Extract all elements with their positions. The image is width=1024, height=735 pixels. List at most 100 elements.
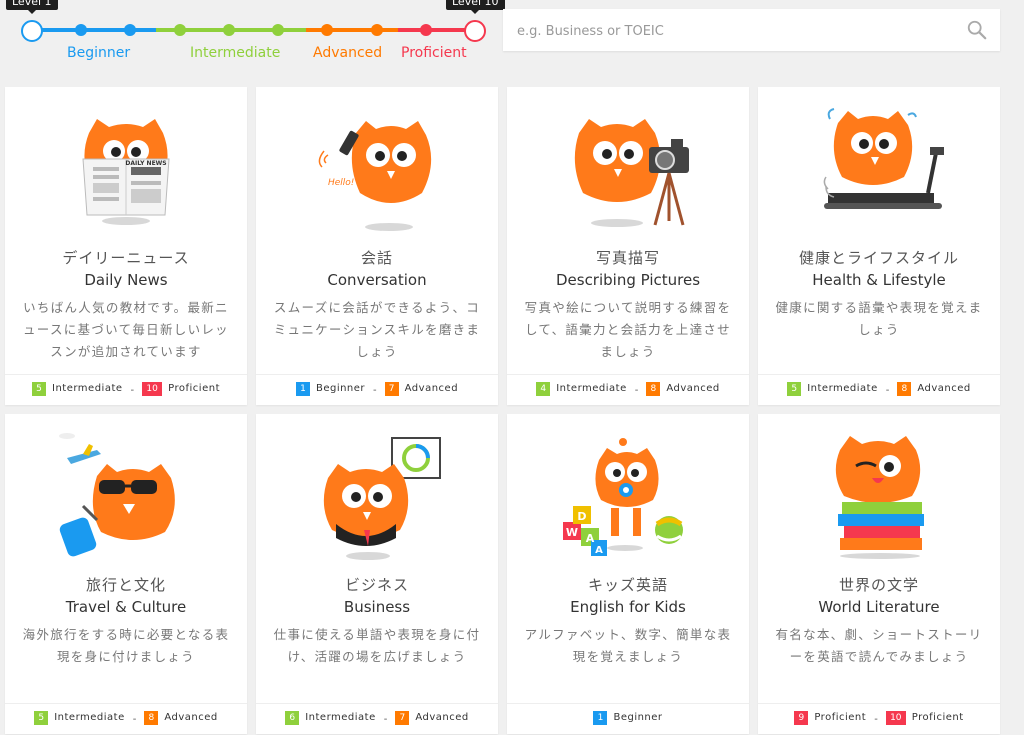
level-6-dot[interactable]	[272, 24, 284, 36]
card-description: いちばん人気の教材です。最新ニュースに基づいて毎日新しいレッスンが追加されていま…	[22, 300, 229, 359]
level-9-dot[interactable]	[420, 24, 432, 36]
min-level-tooltip: Level 1	[6, 0, 58, 14]
level-badge-min: 9	[794, 711, 809, 725]
card-title-en: Travel & Culture	[65, 598, 187, 616]
block-letter-w: W	[566, 526, 578, 539]
max-level-handle[interactable]	[464, 20, 486, 42]
track-advanced[interactable]	[306, 28, 398, 32]
card-title-jp: 旅行と文化	[85, 576, 166, 594]
level-label-min: Proficient	[814, 712, 867, 723]
level-label-max: Advanced	[404, 383, 459, 394]
category-card-business[interactable]: ビジネス Business 仕事に使える単語や表現を身に付け、活躍の場を広げまし…	[256, 414, 498, 734]
card-description: 海外旅行をする時に必要となる表現を身に付けましょう	[22, 627, 230, 664]
card-description: スムーズに会話ができるよう、コミュニケーションスキルを磨きましょう	[273, 300, 481, 359]
level-slider[interactable]: Level 1 Level 10 Beginner Intermediate A…	[0, 0, 505, 80]
level-2-dot[interactable]	[75, 24, 87, 36]
label-advanced[interactable]: Advanced	[313, 45, 382, 61]
level-label-max: Proficient	[168, 383, 220, 394]
category-card-travel-culture[interactable]: 旅行と文化 Travel & Culture 海外旅行をする時に必要となる表現を…	[5, 414, 247, 734]
owl-reading-newspaper-icon: DAILY NEWS	[82, 119, 170, 225]
block-letter-d: D	[577, 510, 586, 523]
level-label-min: Intermediate	[54, 712, 125, 723]
card-description: 写真や絵について説明する練習をして、語彙力と会話力を上達させましょう	[524, 300, 732, 359]
min-level-handle[interactable]	[21, 20, 43, 42]
card-title-jp: 会話	[360, 249, 393, 267]
label-intermediate[interactable]: Intermediate	[190, 45, 280, 61]
label-proficient[interactable]: Proficient	[401, 45, 467, 61]
card-title-jp: 世界の文学	[838, 576, 919, 594]
level-label-max: Advanced	[415, 712, 469, 723]
card-title-jp: キッズ英語	[587, 576, 668, 594]
hello-bubble: Hello!	[328, 178, 354, 188]
level-badge-min: 5	[34, 711, 49, 725]
card-title-jp: ビジネス	[344, 576, 409, 594]
level-label-min: Intermediate	[556, 383, 627, 394]
search-icon[interactable]	[966, 19, 988, 41]
card-title-en: Business	[343, 598, 411, 616]
block-letter-a: A	[586, 532, 595, 545]
level-badge-min: 1	[295, 382, 310, 396]
category-card-english-for-kids[interactable]: W A D A キッズ英語 English for Kids アルファベット、数…	[507, 414, 749, 734]
card-level-range: 5 Intermediate -8 Advanced	[758, 374, 1000, 405]
max-level-tooltip: Level 10	[446, 0, 505, 14]
level-label-max: Advanced	[164, 712, 218, 723]
card-title-jp: デイリーニュース	[62, 249, 190, 267]
level-badge-min: 1	[593, 711, 608, 725]
card-title-en: Health & Lifestyle	[812, 271, 946, 289]
card-title-en: Describing Pictures	[555, 271, 701, 289]
level-3-dot[interactable]	[124, 24, 136, 36]
baby-owl-with-blocks-icon: W A D A	[563, 438, 683, 556]
card-title-en: Conversation	[327, 271, 427, 289]
level-label-max: Advanced	[666, 383, 720, 394]
level-label-min: Beginner	[315, 383, 366, 394]
owl-presenting-icon	[323, 437, 441, 560]
newspaper-title: DAILY NEWS	[125, 160, 166, 167]
card-level-range: 1 Beginner -7 Advanced	[256, 374, 498, 405]
search-box[interactable]	[503, 9, 1000, 53]
owl-with-camera-icon	[574, 119, 689, 227]
owl-on-phone-icon: Hello!	[318, 121, 432, 231]
level-badge-min: 6	[285, 711, 300, 725]
level-badge-max: 7	[384, 382, 399, 396]
card-title-en: English for Kids	[570, 598, 686, 616]
level-badge-max: 8	[646, 382, 661, 396]
card-title-jp: 写真描写	[595, 249, 660, 267]
search-input[interactable]	[515, 9, 959, 53]
card-description: アルファベット、数字、簡単な表現を覚えましょう	[524, 627, 732, 664]
level-badge-max: 7	[395, 711, 410, 725]
level-label-min: Beginner	[613, 712, 663, 723]
card-title-jp: 健康とライフスタイル	[798, 249, 959, 267]
card-level-range: 5 Intermediate -10 Proficient	[5, 374, 247, 405]
level-label-min: Intermediate	[305, 712, 376, 723]
category-card-conversation[interactable]: Hello! 会話 Conversation スムーズに会話ができるよう、コミュ…	[256, 87, 498, 405]
level-badge-min: 5	[32, 382, 46, 396]
level-7-dot[interactable]	[321, 24, 333, 36]
level-8-dot[interactable]	[371, 24, 383, 36]
track-beginner[interactable]	[32, 28, 156, 32]
owl-on-books-icon	[835, 436, 924, 559]
level-4-dot[interactable]	[174, 24, 186, 36]
level-label-max: Advanced	[917, 383, 971, 394]
level-badge-max: 10	[885, 711, 906, 725]
level-badge-min: 4	[536, 382, 551, 396]
level-badge-max: 8	[897, 382, 912, 396]
category-card-daily-news[interactable]: DAILY NEWS デイリーニュース Daily News いちばん人気の教材…	[5, 87, 247, 405]
label-beginner[interactable]: Beginner	[67, 45, 130, 61]
category-card-describing-pictures[interactable]: 写真描写 Describing Pictures 写真や絵について説明する練習を…	[507, 87, 749, 405]
level-5-dot[interactable]	[223, 24, 235, 36]
card-level-range: 4 Intermediate -8 Advanced	[507, 374, 749, 405]
card-description: 有名な本、劇、ショートストーリーを英語で読んでみましょう	[775, 627, 983, 664]
card-description: 健康に関する語彙や表現を覚えましょう	[775, 300, 983, 337]
owl-traveling-icon	[59, 433, 175, 557]
owl-on-treadmill-icon	[823, 108, 944, 209]
level-label-min: Intermediate	[807, 383, 878, 394]
level-badge-max: 8	[144, 711, 159, 725]
category-card-health-lifestyle[interactable]: 健康とライフスタイル Health & Lifestyle 健康に関する語彙や表…	[758, 87, 1000, 405]
level-label-max: Proficient	[911, 712, 964, 723]
category-card-world-literature[interactable]: 世界の文学 World Literature 有名な本、劇、ショートストーリーを…	[758, 414, 1000, 734]
level-badge-max: 10	[142, 382, 163, 396]
block-letter-a2: A	[595, 545, 603, 556]
level-label-min: Intermediate	[52, 383, 123, 394]
card-title-en: Daily News	[84, 271, 168, 289]
card-description: 仕事に使える単語や表現を身に付け、活躍の場を広げましょう	[273, 627, 481, 664]
